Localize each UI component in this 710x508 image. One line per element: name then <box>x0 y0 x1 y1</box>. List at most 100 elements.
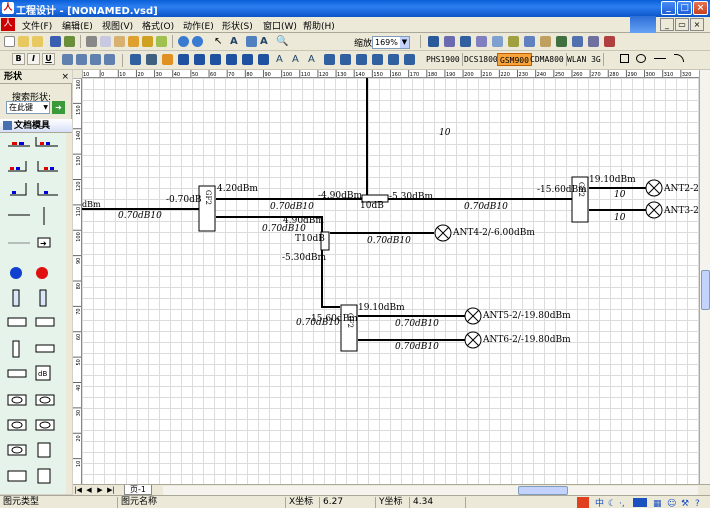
font-size-down-icon[interactable]: A <box>292 54 303 65</box>
stencil-shape-red-node[interactable] <box>36 267 48 279</box>
properties-icon[interactable] <box>572 36 583 47</box>
stencil-shape-connector-2[interactable] <box>35 137 58 147</box>
tab-dcs1800[interactable]: DCS1800 <box>462 53 501 66</box>
stencil-shape-blue-node[interactable] <box>10 267 22 279</box>
font-size-up-icon[interactable]: A <box>276 54 287 65</box>
new-icon[interactable] <box>4 36 15 47</box>
format-painter-icon[interactable] <box>128 36 139 47</box>
menu-window[interactable]: 窗口(W) <box>263 19 297 32</box>
zoom-select[interactable]: 169% ▼ <box>372 36 410 49</box>
search-input[interactable]: 在此键 ▼ <box>6 101 50 114</box>
close-icon[interactable]: × <box>61 70 69 84</box>
group-icon[interactable] <box>476 36 487 47</box>
send-back-icon[interactable] <box>242 54 253 65</box>
align-center-icon[interactable] <box>76 54 87 65</box>
first-page-button[interactable]: |◀ <box>73 485 83 495</box>
brush-icon[interactable] <box>142 36 153 47</box>
stencil-shape-filter-2[interactable] <box>35 394 55 406</box>
spacing-icon[interactable] <box>372 54 383 65</box>
vertical-scrollbar[interactable] <box>699 70 710 484</box>
doc-minimize-button[interactable]: _ <box>660 18 674 31</box>
print-icon[interactable] <box>64 36 75 47</box>
justify-icon[interactable] <box>104 54 115 65</box>
fill-color-icon[interactable] <box>162 54 173 65</box>
doc-restore-button[interactable]: ▭ <box>675 18 689 31</box>
indent-icon[interactable] <box>340 54 351 65</box>
italic-button[interactable]: I <box>27 53 40 65</box>
text-align-bottom-icon[interactable] <box>404 54 415 65</box>
stencil-shape-splitter-1[interactable] <box>7 317 27 327</box>
tab-wlan-3g[interactable]: WLAN 3G <box>565 53 604 66</box>
align-icon[interactable] <box>460 36 471 47</box>
ellipse-tool-icon[interactable] <box>636 54 646 63</box>
align-right-icon[interactable] <box>90 54 101 65</box>
table-icon[interactable] <box>556 36 567 47</box>
doc-icon[interactable]: 人 <box>1 18 15 31</box>
stencil-shape-tee-1[interactable] <box>7 369 27 378</box>
menu-action[interactable]: 动作(E) <box>183 19 214 32</box>
text-block-icon[interactable] <box>324 54 335 65</box>
image-icon[interactable] <box>540 36 551 47</box>
underline-button[interactable]: U <box>42 53 55 65</box>
open-folder-icon[interactable] <box>32 36 43 47</box>
stencil-shape-amp-2[interactable] <box>35 419 55 431</box>
search-go-button[interactable]: ➜ <box>52 101 65 114</box>
tab-gsm900[interactable]: GSM900 <box>497 53 532 66</box>
shadow-icon[interactable] <box>178 54 189 65</box>
lock-icon[interactable] <box>508 36 519 47</box>
close-button[interactable]: × <box>693 1 708 15</box>
doc-close-button[interactable]: × <box>690 18 704 31</box>
flip-icon[interactable] <box>210 54 221 65</box>
exit-icon[interactable] <box>604 36 615 47</box>
next-page-button[interactable]: ▶ <box>95 485 105 495</box>
grid-icon[interactable] <box>492 36 503 47</box>
stencil-shape-coupler-2[interactable] <box>35 344 55 353</box>
pencil-icon[interactable] <box>156 36 167 47</box>
stencil-shape-combiner-2[interactable] <box>37 442 51 458</box>
stencil-shape-misc-2[interactable] <box>37 468 51 484</box>
save-icon[interactable] <box>50 36 61 47</box>
pointer-icon[interactable]: ↖ <box>214 36 225 47</box>
app-icon[interactable]: 人 <box>2 2 14 14</box>
horizontal-scrollbar[interactable] <box>163 486 698 495</box>
stencil-shape-cable-2[interactable] <box>39 289 47 307</box>
bullets-icon[interactable] <box>356 54 367 65</box>
stencil-shape-amp-1[interactable] <box>7 419 27 431</box>
prev-page-button[interactable]: ◀ <box>84 485 94 495</box>
connector-icon[interactable] <box>246 36 257 47</box>
stencil-shape-arrow-box[interactable]: ➜ <box>37 237 51 248</box>
open-icon[interactable] <box>18 36 29 47</box>
distribute-icon[interactable] <box>444 36 455 47</box>
stencil-shape-connector-1[interactable] <box>8 142 30 147</box>
stencil-shape-corner-2[interactable] <box>37 183 58 196</box>
tab-phs1900[interactable]: PHS1900 <box>424 53 463 66</box>
drawing-canvas[interactable]: 10 dBm 0.70dB10 -0.70dB 4.20dBm GF2 0.70… <box>82 78 699 484</box>
stencil-shape-coupler-1[interactable] <box>12 340 20 358</box>
menu-format[interactable]: 格式(O) <box>142 19 174 32</box>
menu-view[interactable]: 视图(V) <box>102 19 133 32</box>
rotate-icon[interactable] <box>194 54 205 65</box>
layout-icon[interactable] <box>428 36 439 47</box>
tab-cdma800[interactable]: CDMA800 <box>528 53 567 66</box>
stencil-shape-filter-1[interactable] <box>7 394 27 406</box>
vertical-scroll-thumb[interactable] <box>701 270 710 310</box>
line-tool-icon[interactable] <box>654 58 666 59</box>
stencil-shape-misc-1[interactable] <box>7 470 27 482</box>
align-shapes-icon[interactable] <box>258 54 269 65</box>
horizontal-scroll-thumb[interactable] <box>518 486 568 495</box>
stencil-shape-cable-1[interactable] <box>12 289 20 307</box>
font-icon[interactable]: A <box>260 36 271 47</box>
tab-page-1[interactable]: 页-1 <box>124 485 152 495</box>
zoom-icon[interactable]: 🔍 <box>276 36 288 47</box>
menu-edit[interactable]: 编辑(E) <box>62 19 93 32</box>
undo-icon[interactable] <box>178 36 189 47</box>
stencil-shape-tee-2[interactable]: dB <box>35 365 51 381</box>
text-align-top-icon[interactable] <box>388 54 399 65</box>
copy-icon[interactable] <box>100 36 111 47</box>
stencil-shape-connector-3[interactable] <box>8 161 27 172</box>
layer-icon[interactable] <box>524 36 535 47</box>
window-icon[interactable] <box>588 36 599 47</box>
cut-icon[interactable] <box>86 36 97 47</box>
bold-button[interactable]: B <box>12 53 25 65</box>
stencil-shape-splitter-2[interactable] <box>35 317 55 327</box>
